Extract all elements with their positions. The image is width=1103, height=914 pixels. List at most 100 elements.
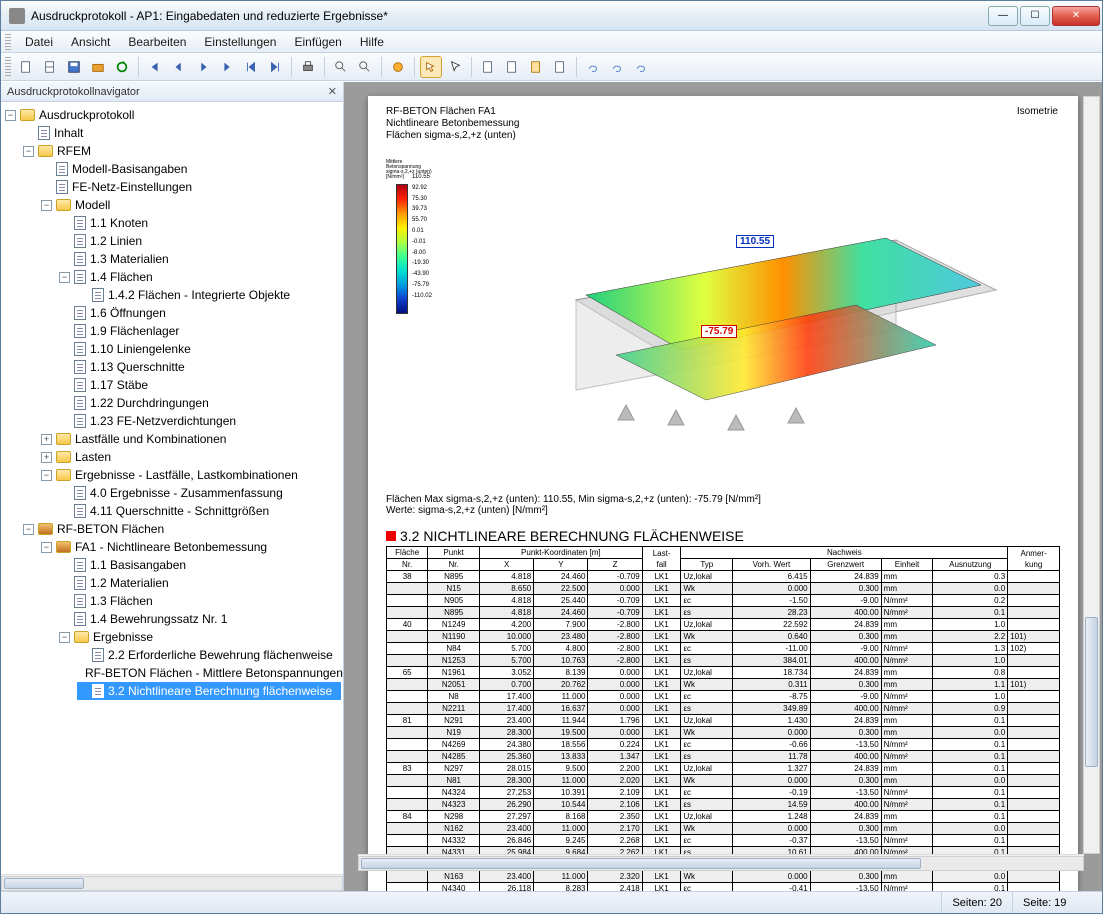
navigator-title: Ausdruckprotokollnavigator — [7, 86, 140, 98]
figure-caption: Flächen Max sigma-s,2,+z (unten): 110.55… — [386, 494, 1060, 516]
table-row: N817.40011.0000.000LK1εc-8.75-9.00N/mm²1… — [387, 691, 1060, 703]
tree-item[interactable]: Modell-Basisangaben — [41, 160, 341, 178]
table-row: N426924.38018.5560.224LK1εc-0.66-13.50N/… — [387, 739, 1060, 751]
window-title: Ausdruckprotokoll - AP1: Eingabedaten un… — [31, 9, 986, 23]
tree-item[interactable]: −Ergebnisse - Lastfälle, Lastkombination… — [41, 466, 341, 484]
tree-item[interactable]: +Lasten — [41, 448, 341, 466]
preview-panel: RF-BETON Flächen FA1 Nichtlineare Betonb… — [344, 82, 1102, 891]
table-row: 40N12494.2007.900-2.800LK1Uz,lokal22.592… — [387, 619, 1060, 631]
tree-item[interactable]: +Lastfälle und Kombinationen — [41, 430, 341, 448]
doc4-icon[interactable] — [549, 56, 571, 78]
tree-item[interactable]: 1.3 Flächen — [59, 592, 341, 610]
grip[interactable] — [5, 57, 11, 77]
open-icon[interactable] — [39, 56, 61, 78]
cursor-icon[interactable] — [444, 56, 466, 78]
tree-item[interactable]: 1.17 Stäbe — [59, 376, 341, 394]
link1-icon[interactable] — [582, 56, 604, 78]
menu-bearbeiten[interactable]: Bearbeiten — [120, 33, 194, 51]
table-row: N158.65022.5000.000LK1Wk0.0000.300mm0.0 — [387, 583, 1060, 595]
toolbar — [1, 53, 1102, 81]
tree-item[interactable]: 1.10 Liniengelenke — [59, 340, 341, 358]
menu-einfuegen[interactable]: Einfügen — [286, 33, 349, 51]
table-row: 81N29123.40011.9441.796LK1Uz,lokal1.4302… — [387, 715, 1060, 727]
table-row: N428525.36013.8331.347LK1εs11.78400.00N/… — [387, 751, 1060, 763]
tree-item[interactable]: 4.11 Querschnitte - Schnittgrößen — [59, 502, 341, 520]
next-icon[interactable] — [192, 56, 214, 78]
doc1-icon[interactable] — [477, 56, 499, 78]
preview-hscroll[interactable] — [358, 854, 1084, 871]
select-icon[interactable] — [420, 56, 442, 78]
tree-item[interactable]: −RFEM — [23, 142, 341, 160]
tree-item[interactable]: 1.13 Querschnitte — [59, 358, 341, 376]
skip-prev-icon[interactable] — [240, 56, 262, 78]
tree-item[interactable]: 1.6 Öffnungen — [59, 304, 341, 322]
tree-item[interactable]: 1.22 Durchdringungen — [59, 394, 341, 412]
zoom-out-icon[interactable] — [354, 56, 376, 78]
document-page: RF-BETON Flächen FA1 Nichtlineare Betonb… — [368, 96, 1078, 891]
tree-item[interactable]: −1.4 Flächen — [59, 268, 341, 286]
main: Ausdruckprotokollnavigator ✕ −Ausdruckpr… — [1, 81, 1102, 891]
doc2-icon[interactable] — [501, 56, 523, 78]
menu-hilfe[interactable]: Hilfe — [352, 33, 392, 51]
navigator-close-icon[interactable]: ✕ — [328, 85, 337, 98]
tree-item[interactable]: −FA1 - Nichtlineare Betonbemessung — [41, 538, 341, 556]
tree-item[interactable]: FE-Netz-Einstellungen — [41, 178, 341, 196]
tree-item[interactable]: 1.23 FE-Netzverdichtungen — [59, 412, 341, 430]
menu-datei[interactable]: Datei — [17, 33, 61, 51]
doc-header: RF-BETON Flächen FA1 Nichtlineare Betonb… — [386, 106, 1060, 142]
result-figure: Mittlere Betonspannung sigma-s,2,+z (unt… — [386, 150, 1060, 490]
titlebar[interactable]: Ausdruckprotokoll - AP1: Eingabedaten un… — [1, 1, 1102, 31]
save-icon[interactable] — [63, 56, 85, 78]
table-row: N432326.29010.5442.106LK1εs14.59400.00N/… — [387, 799, 1060, 811]
doc3-icon[interactable] — [525, 56, 547, 78]
link3-icon[interactable] — [630, 56, 652, 78]
tree-item[interactable]: 1.4 Bewehrungssatz Nr. 1 — [59, 610, 341, 628]
grip[interactable] — [5, 34, 11, 50]
tree-item[interactable]: 1.9 Flächenlager — [59, 322, 341, 340]
export-icon[interactable] — [87, 56, 109, 78]
tree-item[interactable]: 1.2 Linien — [59, 232, 341, 250]
table-row: 65N19613.0528.1390.000LK1Uz,lokal18.7342… — [387, 667, 1060, 679]
table-row: N20510.70020.7620.000LK1Wk0.3110.300mm1.… — [387, 679, 1060, 691]
tree[interactable]: −Ausdruckprotokoll Inhalt −RFEM Modell-B… — [1, 102, 343, 874]
table-row: N8128.30011.0002.020LK1Wk0.0000.300mm0.0 — [387, 775, 1060, 787]
tree-item[interactable]: 1.1 Knoten — [59, 214, 341, 232]
last-icon[interactable] — [216, 56, 238, 78]
table-row: N434026.1188.2832.418LK1εc-0.41-13.50N/m… — [387, 883, 1060, 892]
link2-icon[interactable] — [606, 56, 628, 78]
tree-item[interactable]: RF-BETON Flächen - Mittlere Betonspannun… — [77, 664, 341, 682]
preview-vscroll[interactable] — [1083, 96, 1100, 854]
tree-item[interactable]: −Ergebnisse — [59, 628, 341, 646]
tree-item-selected[interactable]: 3.2 Nichtlineare Berechnung flächenweise — [77, 682, 341, 700]
print-icon[interactable] — [297, 56, 319, 78]
view-label: Isometrie — [1017, 106, 1058, 117]
zoom-in-icon[interactable] — [330, 56, 352, 78]
menubar: Datei Ansicht Bearbeiten Einstellungen E… — [1, 31, 1102, 53]
tree-item[interactable]: 1.2 Materialien — [59, 574, 341, 592]
menu-ansicht[interactable]: Ansicht — [63, 33, 118, 51]
minimize-button[interactable]: — — [988, 6, 1018, 26]
tree-item[interactable]: −Modell — [41, 196, 341, 214]
navigator-header: Ausdruckprotokollnavigator ✕ — [1, 82, 343, 102]
maximize-button[interactable]: ☐ — [1020, 6, 1050, 26]
tree-item[interactable]: 1.1 Basisangaben — [59, 556, 341, 574]
tree-item[interactable]: 2.2 Erforderliche Bewehrung flächenweise — [77, 646, 341, 664]
nav-hscroll[interactable] — [1, 874, 343, 891]
tree-item[interactable]: 4.0 Ergebnisse - Zusammenfassung — [59, 484, 341, 502]
tree-item[interactable]: Inhalt — [23, 124, 341, 142]
refresh-icon[interactable] — [111, 56, 133, 78]
table-row: N16323.40011.0002.320LK1Wk0.0000.300mm0.… — [387, 871, 1060, 883]
skip-next-icon[interactable] — [264, 56, 286, 78]
close-button[interactable]: ✕ — [1052, 6, 1100, 26]
model-view: 110.55 -75.79 — [476, 180, 1016, 450]
tree-item[interactable]: 1.4.2 Flächen - Integrierte Objekte — [77, 286, 341, 304]
new-icon[interactable] — [15, 56, 37, 78]
menu-einstellungen[interactable]: Einstellungen — [196, 33, 284, 51]
tree-item[interactable]: 1.3 Materialien — [59, 250, 341, 268]
settings-icon[interactable] — [387, 56, 409, 78]
tree-item[interactable]: −RF-BETON Flächen — [23, 520, 341, 538]
prev-icon[interactable] — [168, 56, 190, 78]
navigator-panel: Ausdruckprotokollnavigator ✕ −Ausdruckpr… — [1, 82, 344, 891]
first-icon[interactable] — [144, 56, 166, 78]
table-row: N845.7004.800-2.800LK1εc-11.00-9.00N/mm²… — [387, 643, 1060, 655]
